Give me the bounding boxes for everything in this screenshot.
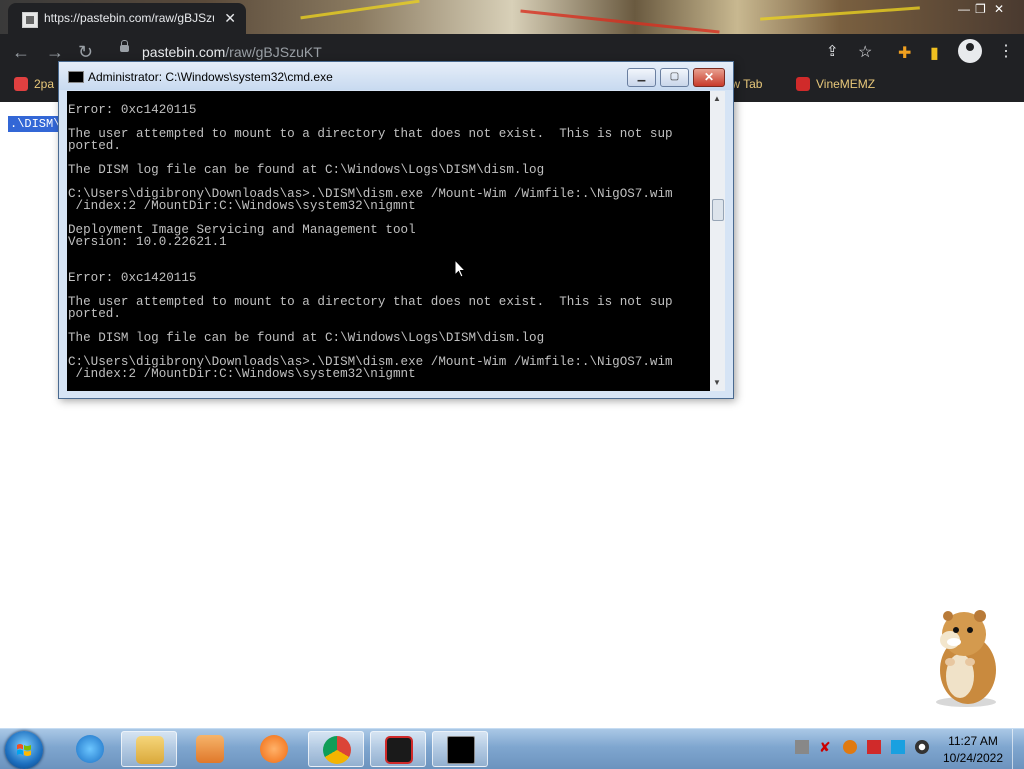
cmd-scrollbar[interactable]: ▲ ▼ [710,91,725,391]
cmd-minimize-button[interactable]: ▁ [627,68,656,87]
url-path: /raw/gBJSzuKT [225,44,322,60]
internet-explorer-icon [76,735,104,763]
wallpaper-streak [520,9,720,34]
extensions-puzzle-icon[interactable]: ✚ [898,43,911,63]
bookmark-item[interactable]: 2pa [14,77,54,91]
tray-alert-icon[interactable] [867,740,881,754]
cmd-maximize-button[interactable]: ▢ [660,68,689,87]
scroll-down-icon[interactable]: ▼ [713,378,721,387]
reload-icon[interactable]: ↻ [78,43,93,61]
screen-recorder-icon [385,736,413,764]
side-panel-icon[interactable]: ▮ [930,43,939,63]
cmd-titlebar[interactable]: Administrator: C:\Windows\system32\cmd.e… [59,62,733,90]
profile-avatar-icon[interactable] [958,39,982,63]
url-host: pastebin.com [142,44,226,60]
tray-speaker-icon[interactable] [915,740,929,754]
windows-logo-icon [17,744,31,756]
tab-title: https://pastebin.com/raw/gBJSzu [44,11,214,25]
tray-display-icon[interactable] [891,740,905,754]
wallpaper-streak [300,0,420,20]
cmd-output-text: Error: 0xc1420115 The user attempted to … [68,103,673,381]
bookmark-icon [14,77,28,91]
cmd-icon [447,736,475,764]
folder-icon [136,736,164,764]
lock-icon [120,40,129,52]
scroll-up-icon[interactable]: ▲ [713,94,721,103]
wallpaper-streak [760,6,920,21]
tray-search-icon[interactable] [843,740,857,754]
cmd-window[interactable]: Administrator: C:\Windows\system32\cmd.e… [58,61,734,399]
windows-taskbar: ✘ 11:27 AM 10/24/2022 [0,728,1024,769]
scroll-thumb[interactable] [712,199,724,221]
chrome-icon [323,736,351,764]
taskbar-screen-recorder[interactable] [370,731,426,767]
browser-tab[interactable]: https://pastebin.com/raw/gBJSzu ✕ [8,3,246,34]
taskbar-file-explorer[interactable] [121,731,177,767]
window-close-icon[interactable]: ✕ [994,2,1004,16]
back-arrow-icon[interactable]: ← [12,43,30,61]
start-button[interactable] [5,731,43,769]
bookmark-label: VineMEMZ [816,77,876,91]
taskbar-uc-browser[interactable] [246,731,302,767]
cmd-app-icon [68,71,84,83]
clock-time[interactable]: 11:27 AM [946,734,1000,748]
taskbar-media-player[interactable] [182,731,238,767]
vinememz-icon [796,77,810,91]
tab-close-icon[interactable]: ✕ [224,10,236,27]
clock-date[interactable]: 10/24/2022 [940,751,1006,765]
tray-flag-icon[interactable]: ✘ [819,740,833,754]
media-player-icon [196,735,224,763]
cmd-window-title: Administrator: C:\Windows\system32\cmd.e… [88,70,333,84]
taskbar-command-prompt[interactable] [432,731,488,767]
page-raw-text: .\DISM\ [8,116,63,132]
tray-network-icon[interactable] [795,740,809,754]
taskbar-internet-explorer[interactable] [62,731,118,767]
bookmark-label: 2pa [34,77,55,91]
bookmark-item[interactable]: VineMEMZ [796,77,875,91]
cmd-close-button[interactable]: ✕ [693,68,725,87]
window-restore-icon[interactable]: ❐ [975,2,986,16]
cmd-console[interactable]: Error: 0xc1420115 The user attempted to … [67,91,710,391]
url-text[interactable]: pastebin.com/raw/gBJSzuKT [142,44,322,60]
browser-tabstrip: https://pastebin.com/raw/gBJSzu ✕ — ❐ ✕ [0,0,1024,34]
hamster-desktop-pet[interactable] [920,604,1010,709]
menu-kebab-icon[interactable]: ⋮ [998,41,1014,61]
pastebin-favicon-icon [22,12,38,28]
show-desktop-button[interactable] [1012,729,1024,769]
window-minimize-icon[interactable]: — [958,2,970,16]
uc-browser-icon [260,735,288,763]
forward-arrow-icon[interactable]: → [46,43,64,61]
bookmark-star-icon[interactable]: ☆ [858,42,872,62]
share-icon[interactable]: ⇪ [826,42,839,60]
taskbar-chrome[interactable] [308,731,364,767]
